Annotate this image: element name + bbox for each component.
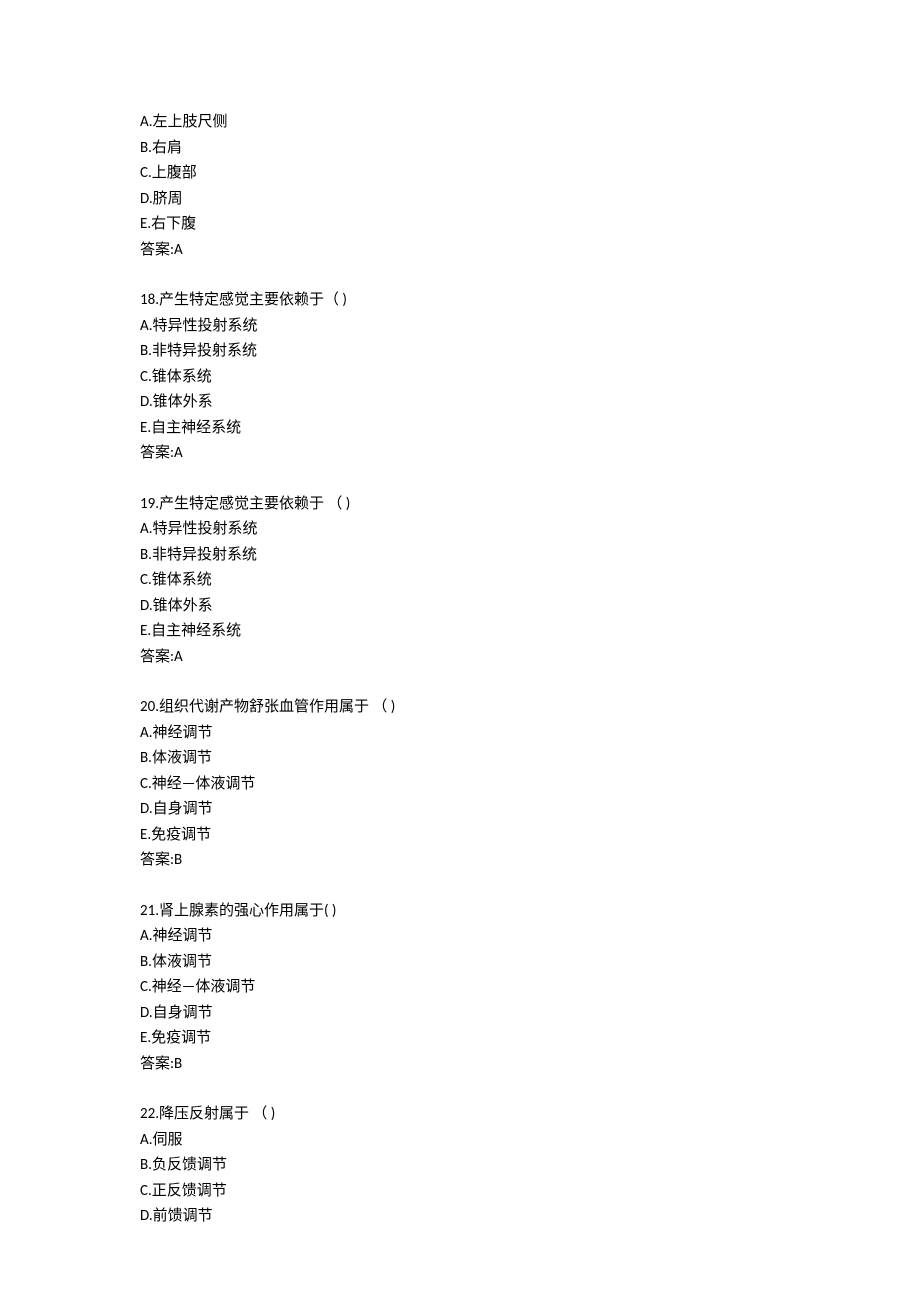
question-block: 18.产生特定感觉主要依赖于（ )A.特异性投射系统B.非特异投射系统C.锥体系… bbox=[140, 288, 780, 467]
text-line: C.上腹部 bbox=[140, 161, 780, 187]
text-line: B.右肩 bbox=[140, 136, 780, 162]
text-line: C.神经—体液调节 bbox=[140, 975, 780, 1001]
text-line: B.体液调节 bbox=[140, 950, 780, 976]
text-line: D.自身调节 bbox=[140, 1001, 780, 1027]
question-block: A.左上肢尺侧B.右肩C.上腹部D.脐周E.右下腹答案:A bbox=[140, 110, 780, 263]
text-line: 答案:A bbox=[140, 441, 780, 467]
text-line: C.正反馈调节 bbox=[140, 1179, 780, 1205]
question-block: 20.组织代谢产物舒张血管作用属于 （ )A.神经调节B.体液调节C.神经—体液… bbox=[140, 695, 780, 874]
question-block: 22.降压反射属于 （ )A.伺服B.负反馈调节C.正反馈调节D.前馈调节 bbox=[140, 1102, 780, 1230]
text-line: D.锥体外系 bbox=[140, 594, 780, 620]
question-block: 19.产生特定感觉主要依赖于 （ )A.特异性投射系统B.非特异投射系统C.锥体… bbox=[140, 492, 780, 671]
text-line: A.神经调节 bbox=[140, 924, 780, 950]
text-line: D.锥体外系 bbox=[140, 390, 780, 416]
text-line: B.非特异投射系统 bbox=[140, 543, 780, 569]
text-line: 答案:A bbox=[140, 645, 780, 671]
text-line: D.自身调节 bbox=[140, 797, 780, 823]
text-line: C.锥体系统 bbox=[140, 365, 780, 391]
text-line: E.自主神经系统 bbox=[140, 619, 780, 645]
text-line: A.伺服 bbox=[140, 1128, 780, 1154]
text-line: 答案:B bbox=[140, 1052, 780, 1078]
text-line: A.左上肢尺侧 bbox=[140, 110, 780, 136]
text-line: 21.肾上腺素的强心作用属于( ) bbox=[140, 899, 780, 925]
text-line: D.前馈调节 bbox=[140, 1204, 780, 1230]
text-line: B.非特异投射系统 bbox=[140, 339, 780, 365]
text-line: B.体液调节 bbox=[140, 746, 780, 772]
text-line: A.神经调节 bbox=[140, 721, 780, 747]
text-line: 20.组织代谢产物舒张血管作用属于 （ ) bbox=[140, 695, 780, 721]
text-line: 答案:B bbox=[140, 848, 780, 874]
text-line: 答案:A bbox=[140, 238, 780, 264]
question-block: 21.肾上腺素的强心作用属于( )A.神经调节B.体液调节C.神经—体液调节D.… bbox=[140, 899, 780, 1078]
text-line: A.特异性投射系统 bbox=[140, 314, 780, 340]
text-line: B.负反馈调节 bbox=[140, 1153, 780, 1179]
text-line: 22.降压反射属于 （ ) bbox=[140, 1102, 780, 1128]
text-line: C.锥体系统 bbox=[140, 568, 780, 594]
text-line: E.免疫调节 bbox=[140, 823, 780, 849]
text-line: E.免疫调节 bbox=[140, 1026, 780, 1052]
text-line: D.脐周 bbox=[140, 187, 780, 213]
text-line: E.右下腹 bbox=[140, 212, 780, 238]
text-line: 18.产生特定感觉主要依赖于（ ) bbox=[140, 288, 780, 314]
text-line: E.自主神经系统 bbox=[140, 416, 780, 442]
text-line: C.神经—体液调节 bbox=[140, 772, 780, 798]
text-line: 19.产生特定感觉主要依赖于 （ ) bbox=[140, 492, 780, 518]
text-line: A.特异性投射系统 bbox=[140, 517, 780, 543]
